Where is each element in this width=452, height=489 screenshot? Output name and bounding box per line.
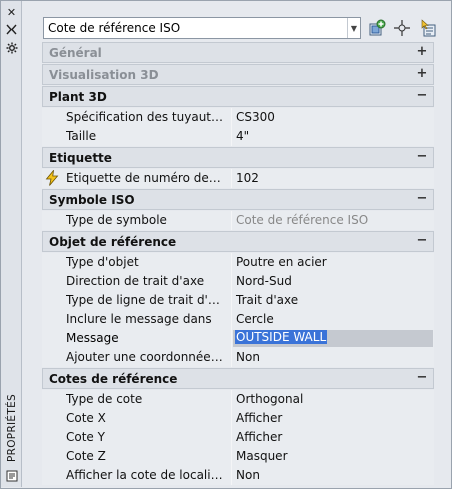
palette-title: PROPRIÉTÉS xyxy=(5,394,18,462)
property-label: Taille xyxy=(66,129,97,143)
property-value[interactable]: Orthogonal xyxy=(236,392,303,406)
property-grid: Général + Visualisation 3D + Plant 3D − … xyxy=(42,42,434,486)
close-icon[interactable]: ✕ xyxy=(4,5,19,20)
category-visualisation-3d[interactable]: Visualisation 3D + xyxy=(42,64,434,85)
property-row[interactable]: Cote Z Masquer xyxy=(42,447,434,466)
property-value[interactable]: 4" xyxy=(236,129,249,143)
category-symbole-iso[interactable]: Symbole ISO − xyxy=(42,189,434,210)
property-row[interactable]: Direction de trait d'axe Nord-Sud xyxy=(42,272,434,291)
property-row[interactable]: Inclure le message dans Cercle xyxy=(42,310,434,329)
toggle-pickadd-icon[interactable] xyxy=(418,18,438,38)
property-row[interactable]: Cote Y Afficher xyxy=(42,428,434,447)
property-value[interactable]: Masquer xyxy=(236,449,288,463)
object-type-select[interactable]: Cote de référence ISO ▼ xyxy=(43,17,361,39)
property-label: Type de ligne de trait d'axe xyxy=(66,293,224,307)
property-value[interactable]: Cercle xyxy=(236,312,274,326)
property-label: Direction de trait d'axe xyxy=(66,274,205,288)
property-row[interactable]: Type de symbole Cote de référence ISO xyxy=(42,211,434,230)
property-label: Cote Z xyxy=(66,449,106,463)
property-label: Cote Y xyxy=(66,430,105,444)
expand-icon[interactable]: + xyxy=(416,44,428,59)
palette-menu-icon[interactable] xyxy=(4,468,19,483)
category-objet-de-reference[interactable]: Objet de référence − xyxy=(42,231,434,252)
property-value[interactable]: CS300 xyxy=(236,110,275,124)
property-label: Type de cote xyxy=(66,392,143,406)
category-title: Symbole ISO xyxy=(49,193,135,207)
category-title: Général xyxy=(49,46,102,60)
category-etiquette[interactable]: Etiquette − xyxy=(42,147,434,168)
property-label: Cote X xyxy=(66,411,106,425)
property-label: Etiquette de numéro de ligne xyxy=(66,171,224,185)
category-title: Plant 3D xyxy=(49,90,107,104)
expand-icon[interactable]: + xyxy=(416,66,428,81)
collapse-icon[interactable]: − xyxy=(416,233,428,248)
property-value[interactable]: Poutre en acier xyxy=(236,255,327,269)
property-value[interactable]: 102 xyxy=(236,171,259,185)
property-row[interactable]: Etiquette de numéro de ligne 102 xyxy=(42,169,434,188)
category-plant-3d[interactable]: Plant 3D − xyxy=(42,86,434,107)
property-label: Ajouter une coordonnée au... xyxy=(66,350,224,364)
property-label: Type de symbole xyxy=(66,213,167,227)
property-row[interactable]: Cote X Afficher xyxy=(42,409,434,428)
chevron-down-icon[interactable]: ▼ xyxy=(347,18,360,38)
property-row[interactable]: Type d'objet Poutre en acier xyxy=(42,253,434,272)
property-label: Type d'objet xyxy=(66,255,139,269)
property-row-message[interactable]: Message OUTSIDE WALL xyxy=(42,329,434,348)
property-value: Cote de référence ISO xyxy=(236,213,369,227)
message-input[interactable]: OUTSIDE WALL xyxy=(233,330,433,347)
palette-title-strip[interactable]: ✕ PROPRIÉTÉS xyxy=(1,1,22,487)
property-value[interactable]: Non xyxy=(236,468,260,482)
property-value[interactable]: Nord-Sud xyxy=(236,274,292,288)
category-title: Cotes de référence xyxy=(49,372,178,386)
property-row[interactable]: Type de cote Orthogonal xyxy=(42,390,434,409)
category-title: Visualisation 3D xyxy=(49,68,159,82)
lightning-icon xyxy=(44,169,60,186)
category-cotes-de-reference[interactable]: Cotes de référence − xyxy=(42,368,434,389)
quick-select-icon[interactable] xyxy=(367,18,387,38)
property-row[interactable]: Type de ligne de trait d'axe Trait d'axe xyxy=(42,291,434,310)
property-row[interactable]: Taille 4" xyxy=(42,127,434,146)
category-general[interactable]: Général + xyxy=(42,42,434,63)
property-row[interactable]: Spécification des tuyauteries CS300 xyxy=(42,108,434,127)
category-title: Etiquette xyxy=(49,151,112,165)
collapse-icon[interactable]: − xyxy=(416,191,428,206)
property-label: Spécification des tuyauteries xyxy=(66,110,224,124)
property-value[interactable]: Afficher xyxy=(236,411,282,425)
collapse-icon[interactable]: − xyxy=(416,88,428,103)
property-row[interactable]: Ajouter une coordonnée au... Non xyxy=(42,348,434,367)
property-label: Afficher la cote de localisation xyxy=(66,468,224,482)
collapse-icon[interactable]: − xyxy=(416,149,428,164)
property-label: Message xyxy=(66,331,119,345)
selected-text[interactable]: OUTSIDE WALL xyxy=(235,330,328,344)
property-row[interactable]: Afficher la cote de localisation Non xyxy=(42,466,434,485)
property-value[interactable]: Non xyxy=(236,350,260,364)
object-type-value: Cote de référence ISO xyxy=(48,21,181,35)
settings-icon[interactable] xyxy=(4,40,19,55)
property-value[interactable]: Afficher xyxy=(236,430,282,444)
property-label: Inclure le message dans xyxy=(66,312,212,326)
category-title: Objet de référence xyxy=(49,235,177,249)
select-objects-icon[interactable] xyxy=(392,18,412,38)
auto-hide-icon[interactable] xyxy=(4,22,19,37)
collapse-icon[interactable]: − xyxy=(416,370,428,385)
property-value[interactable]: Trait d'axe xyxy=(236,293,298,307)
